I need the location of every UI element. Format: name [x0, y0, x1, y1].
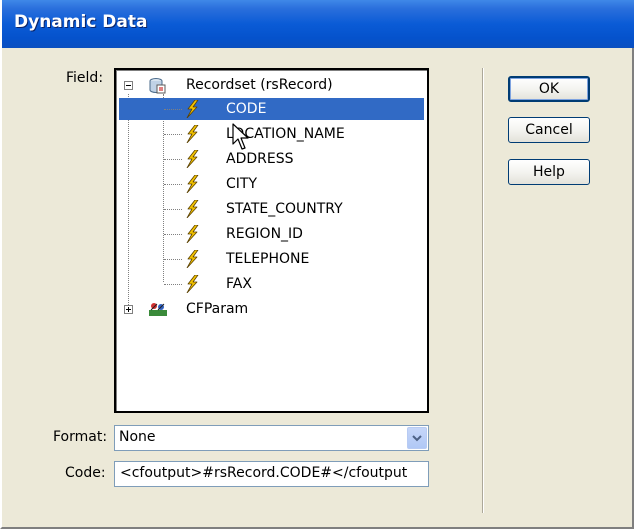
- tree-item-label: FAX: [226, 276, 252, 292]
- tree-node-label: CFParam: [186, 301, 249, 317]
- tree-item-state-country[interactable]: STATE_COUNTRY: [116, 198, 421, 220]
- format-selected-value: None: [119, 429, 156, 445]
- dynamic-data-dialog: Dynamic Data Field: Recordset (rsRecord)…: [0, 0, 634, 529]
- window-title: Dynamic Data: [14, 12, 148, 32]
- code-label: Code:: [65, 465, 106, 481]
- cancel-button[interactable]: Cancel: [508, 117, 590, 143]
- lightning-bolt-icon: [184, 225, 200, 243]
- tree-item-telephone[interactable]: TELEPHONE: [116, 248, 421, 270]
- tree-node-recordset[interactable]: Recordset (rsRecord): [116, 74, 421, 96]
- code-field[interactable]: <cfoutput>#rsRecord.CODE#</cfoutput: [114, 461, 429, 487]
- tree-item-city[interactable]: CITY: [116, 173, 421, 195]
- format-label: Format:: [53, 429, 108, 445]
- lightning-bolt-icon: [184, 275, 200, 293]
- recordset-icon: [149, 78, 166, 94]
- tree-item-label: REGION_ID: [226, 226, 303, 242]
- lightning-bolt-icon: [184, 200, 200, 218]
- field-tree[interactable]: Recordset (rsRecord) CODE LOCATION_NAME …: [114, 68, 429, 413]
- cfparam-icon: [149, 303, 167, 316]
- field-label: Field:: [66, 70, 104, 86]
- tree-item-code[interactable]: CODE: [119, 98, 424, 120]
- lightning-bolt-icon: [184, 100, 200, 118]
- lightning-bolt-icon: [184, 250, 200, 268]
- tree-item-label: STATE_COUNTRY: [226, 201, 343, 217]
- tree-node-label: Recordset (rsRecord): [186, 77, 333, 93]
- help-button[interactable]: Help: [508, 159, 590, 185]
- tree-item-label: TELEPHONE: [226, 251, 310, 267]
- tree-item-location-name[interactable]: LOCATION_NAME: [116, 123, 421, 145]
- tree-item-label: CITY: [226, 176, 258, 192]
- lightning-bolt-icon: [184, 175, 200, 193]
- format-select[interactable]: None: [114, 425, 429, 451]
- code-field-value: <cfoutput>#rsRecord.CODE#</cfoutput: [120, 465, 408, 481]
- lightning-bolt-icon: [184, 150, 200, 168]
- ok-button[interactable]: OK: [508, 76, 590, 102]
- tree-item-fax[interactable]: FAX: [116, 273, 421, 295]
- lightning-bolt-icon: [184, 125, 200, 143]
- collapse-icon[interactable]: [124, 81, 133, 90]
- expand-icon[interactable]: [124, 305, 133, 314]
- vertical-divider: [482, 68, 484, 513]
- tree-item-label: CODE: [226, 101, 267, 117]
- title-bar[interactable]: Dynamic Data: [2, 0, 634, 48]
- tree-item-address[interactable]: ADDRESS: [116, 148, 421, 170]
- tree-node-cfparam[interactable]: CFParam: [116, 298, 421, 320]
- chevron-down-icon[interactable]: [407, 427, 427, 449]
- tree-item-region-id[interactable]: REGION_ID: [116, 223, 421, 245]
- mouse-pointer-icon: [232, 123, 249, 150]
